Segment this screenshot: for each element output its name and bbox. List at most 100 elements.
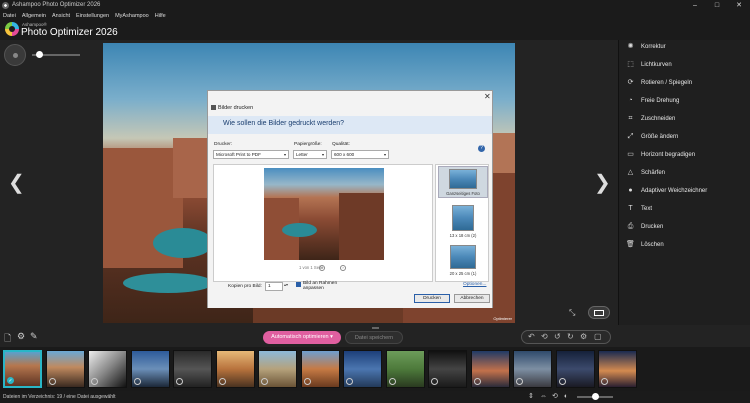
select-circle-icon[interactable] (388, 378, 396, 385)
gear-icon[interactable]: ⚙ (580, 332, 587, 341)
menu-datei[interactable]: Datei (0, 11, 19, 21)
rotate-icon[interactable]: ⟲ (552, 391, 558, 403)
tool-schaerfen[interactable]: △ Schärfen (625, 166, 745, 180)
menu-bar: Datei Allgemein Ansicht Einstellungen MyAsha… (0, 11, 750, 21)
fit-vertical-icon[interactable]: ⇕ (528, 391, 534, 403)
dialog-close-button[interactable]: ✕ (484, 92, 491, 101)
select-circle-icon[interactable] (558, 378, 566, 385)
save-file-button[interactable]: Datei speichern (345, 331, 403, 344)
rotate-right-icon[interactable]: ↻ (567, 332, 574, 341)
select-circle-icon[interactable] (303, 378, 311, 385)
filmstrip-thumbnail[interactable] (513, 350, 552, 388)
filmstrip-thumbnail[interactable] (555, 350, 595, 388)
layout-full-page[interactable]: Ganzseitiges Foto (438, 166, 488, 198)
tool-korrektur[interactable]: ✺ Korrektur (625, 40, 745, 54)
select-circle-icon[interactable] (218, 378, 226, 385)
tool-weichzeichner[interactable]: ● Adaptiver Weichzeichner (625, 184, 745, 198)
rotate-left-icon[interactable]: ↺ (554, 332, 561, 341)
paper-label: Papiergröße: (294, 142, 322, 147)
paper-select[interactable]: Letter ▾ (293, 150, 327, 159)
tool-loeschen[interactable]: 🗑 Löschen (625, 238, 745, 252)
filmstrip-thumbnail[interactable] (428, 350, 467, 388)
layout-20x25[interactable]: 20 x 25 cm (1) (438, 245, 488, 276)
next-page-button[interactable]: › (340, 265, 346, 271)
select-circle-icon[interactable] (601, 378, 608, 385)
quality-select[interactable]: 600 x 600 ▾ (331, 150, 389, 159)
filmstrip-thumbnail[interactable] (258, 350, 297, 388)
filmstrip-thumbnail[interactable] (215, 350, 255, 388)
printer-select[interactable]: Microsoft Print to PDF ▾ (213, 150, 289, 159)
select-circle-icon[interactable] (431, 378, 438, 385)
tool-freie-drehung[interactable]: ◔ Freie Drehung (625, 94, 745, 108)
menu-hilfe[interactable]: Hilfe (152, 11, 169, 21)
thumb-size-handle[interactable] (592, 393, 599, 400)
select-circle-icon[interactable] (516, 378, 523, 385)
select-circle-icon[interactable] (261, 378, 268, 385)
select-circle-icon[interactable] (346, 378, 353, 385)
fit-horizontal-icon[interactable]: ⇔ (540, 391, 547, 403)
tool-rotieren[interactable]: ⟳ Rotieren / Spiegeln (625, 76, 745, 90)
tool-zuschneiden[interactable]: ⌗ Zuschneiden (625, 112, 745, 126)
prev-page-button[interactable]: ‹ (319, 265, 325, 271)
next-image-arrow[interactable]: ❯ (594, 170, 611, 195)
menu-allgemein[interactable]: Allgemein (19, 11, 49, 21)
options-link[interactable]: Optionen... (463, 282, 486, 287)
zoom-slider-handle[interactable] (36, 51, 43, 58)
select-circle-icon[interactable] (176, 378, 183, 385)
brush-icon[interactable]: ✎ (30, 331, 38, 342)
brand-name: Photo Optimizer 2026 (21, 27, 118, 38)
copies-label: Kopien pro Bild: (228, 284, 262, 289)
undo-icon[interactable]: ↶ (528, 332, 535, 341)
layout-label: 13 x 18 cm (2) (449, 233, 477, 238)
filmstrip-thumbnail[interactable] (130, 350, 170, 388)
tool-drucken[interactable]: ⎙ Drucken (625, 220, 745, 234)
cancel-button[interactable]: Abbrechen (454, 294, 490, 303)
copies-input[interactable]: 1 (265, 282, 283, 291)
compare-icon[interactable]: ◐ (564, 391, 568, 403)
filmstrip-thumbnail[interactable] (173, 350, 212, 388)
tool-lichtkurven[interactable]: ⬚ Lichtkurven (625, 58, 745, 72)
tool-text[interactable]: T Text (625, 202, 745, 216)
help-icon[interactable]: ? (478, 145, 485, 152)
printer-value: Microsoft Print to PDF (216, 152, 261, 157)
close-button[interactable]: ✕ (728, 0, 750, 11)
select-circle-icon[interactable] (133, 378, 141, 385)
select-circle-icon[interactable] (473, 378, 481, 385)
panel-handle[interactable] (372, 327, 379, 329)
tool-groesse[interactable]: ⤢ Größe ändern (625, 130, 745, 144)
fit-frame-checkbox[interactable] (296, 282, 301, 287)
filmstrip-thumbnail[interactable] (88, 350, 127, 388)
minimize-button[interactable]: – (684, 0, 706, 11)
auto-optimize-button[interactable]: Automatisch optimieren ▾ (263, 331, 341, 344)
layout-13x18[interactable]: 13 x 18 cm (2) (438, 205, 488, 238)
filmstrip-thumbnail[interactable] (343, 350, 382, 388)
view-toggle[interactable] (588, 306, 610, 319)
filmstrip-thumbnail[interactable] (598, 350, 637, 388)
checkmark-icon[interactable]: ✓ (7, 377, 14, 384)
prev-image-arrow[interactable]: ❮ (8, 170, 25, 195)
water-area-lower (123, 273, 213, 293)
menu-einstellungen[interactable]: Einstellungen (73, 11, 112, 21)
menu-ansicht[interactable]: Ansicht (49, 11, 73, 21)
blur-icon: ● (628, 187, 633, 194)
filmstrip-thumbnail[interactable] (300, 350, 340, 388)
square-icon[interactable]: ▢ (594, 332, 602, 341)
filmstrip-thumbnail[interactable] (385, 350, 425, 388)
print-dialog: Bilder drucken ✕ Wie sollen die Bilder g… (207, 90, 493, 308)
tool-horizont[interactable]: ▭ Horizont begradigen (625, 148, 745, 162)
tool-label: Zuschneiden (641, 116, 676, 122)
pan-navigator[interactable] (4, 44, 26, 66)
filmstrip-thumbnail[interactable] (470, 350, 510, 388)
select-circle-icon[interactable] (48, 378, 56, 385)
maximize-button[interactable]: □ (706, 0, 728, 11)
filmstrip-thumbnail[interactable]: ✓ (3, 350, 42, 388)
copies-stepper[interactable]: ▴▾ (284, 282, 288, 287)
undo-all-icon[interactable]: ⟲ (541, 332, 548, 341)
filmstrip-thumbnail[interactable] (45, 350, 85, 388)
add-file-icon[interactable]: 🗋 (4, 331, 11, 347)
select-circle-icon[interactable] (91, 378, 98, 385)
print-button[interactable]: Drucken (414, 294, 450, 303)
menu-myashampoo[interactable]: MyAshampoo (112, 11, 152, 21)
collapse-icon[interactable]: ⤡ (569, 308, 575, 318)
settings-file-icon[interactable]: ⚙ (17, 331, 25, 342)
